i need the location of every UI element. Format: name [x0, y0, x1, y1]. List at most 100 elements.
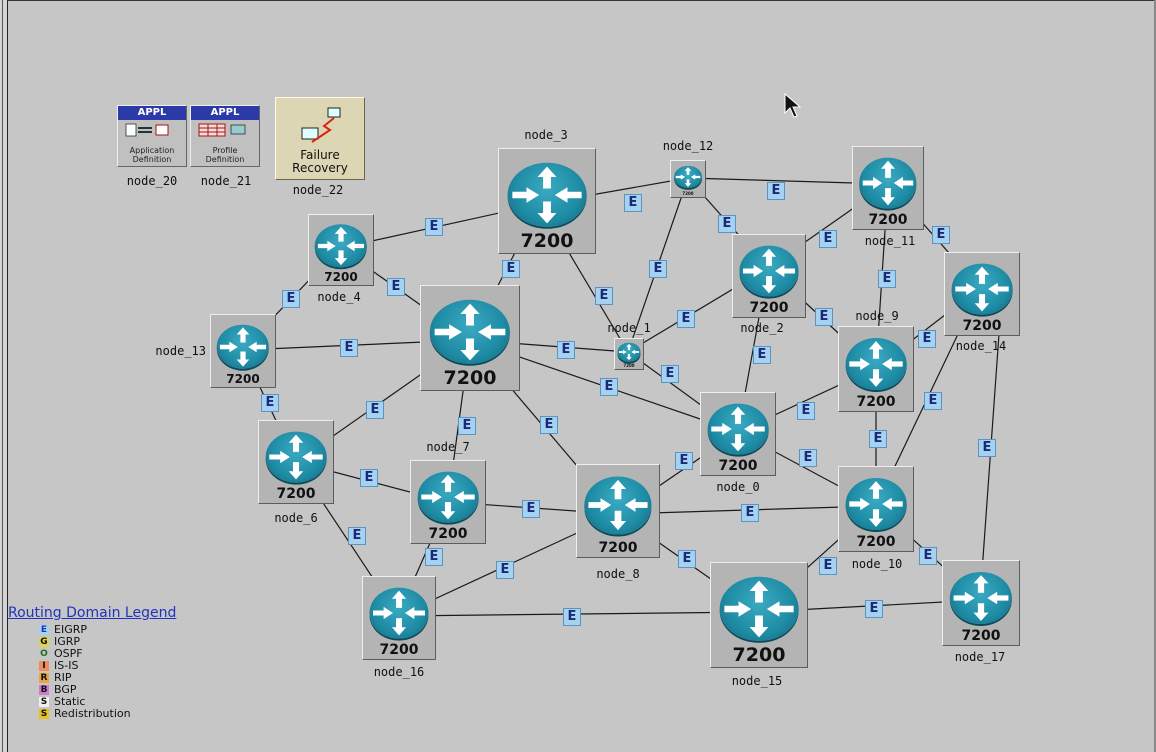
router-model: 7200	[598, 540, 638, 556]
router-node-1[interactable]: 7200	[614, 338, 644, 370]
router-node-6[interactable]: 7200	[258, 420, 334, 504]
link-badge-eigrp[interactable]: E	[282, 290, 300, 308]
link-badge-eigrp[interactable]: E	[677, 310, 695, 328]
router-model: 7200	[443, 367, 497, 389]
node-label: node_14	[955, 339, 1007, 353]
link-badge-eigrp[interactable]: E	[978, 439, 996, 457]
link-badge-eigrp[interactable]: E	[932, 226, 950, 244]
legend-key-icon: S	[39, 697, 49, 707]
link-badge-eigrp[interactable]: E	[797, 402, 815, 420]
link-badge-eigrp[interactable]: E	[819, 557, 837, 575]
router-icon	[417, 471, 479, 523]
link-badge-eigrp[interactable]: E	[799, 449, 817, 467]
node-label: node_2	[740, 321, 784, 335]
link-badge-eigrp[interactable]: E	[557, 341, 575, 359]
link-badge-eigrp[interactable]: E	[918, 330, 936, 348]
link-badge-eigrp[interactable]: E	[624, 194, 642, 212]
link-badge-eigrp[interactable]: E	[458, 417, 476, 435]
node-label: node_22	[292, 183, 344, 197]
failure-recovery-glyph-icon	[301, 107, 341, 143]
link-badge-eigrp[interactable]: E	[348, 527, 366, 545]
legend-key-icon: E	[39, 625, 49, 635]
router-node-15[interactable]: 7200	[710, 562, 808, 668]
router-icon	[949, 571, 1013, 624]
link-badge-eigrp[interactable]: E	[924, 392, 942, 410]
router-model: 7200	[868, 212, 908, 228]
network-canvas[interactable]: E E E E E E E E E E E E E E E E E E E E …	[0, 0, 1156, 752]
router-model: 7200	[682, 191, 694, 196]
node-label: node_1	[607, 321, 651, 335]
link-badge-eigrp[interactable]: E	[815, 308, 833, 326]
router-node-14[interactable]: 7200	[944, 252, 1020, 336]
link-badge-eigrp[interactable]: E	[360, 469, 378, 487]
link-badge-eigrp[interactable]: E	[718, 215, 736, 233]
link-badge-eigrp[interactable]: E	[340, 339, 358, 357]
legend-title-link[interactable]: Routing Domain Legend	[8, 605, 176, 621]
router-icon	[584, 476, 652, 534]
application-glyph-icon	[125, 123, 169, 137]
router-icon	[369, 587, 429, 639]
router-node-12[interactable]: 7200	[670, 160, 706, 198]
router-node-2[interactable]: 7200	[732, 234, 806, 318]
router-icon	[951, 263, 1013, 315]
router-icon	[216, 324, 270, 369]
link-badge-eigrp[interactable]: E	[865, 600, 883, 618]
router-model: 7200	[226, 372, 260, 386]
router-node-7[interactable]: 7200	[410, 460, 486, 544]
appl-header: APPL	[118, 106, 186, 120]
link-badge-eigrp[interactable]: E	[366, 401, 384, 419]
link-badge-eigrp[interactable]: E	[425, 548, 443, 566]
link-badge-eigrp[interactable]: E	[878, 270, 896, 288]
failure-recovery-icon[interactable]: Failure Recovery	[275, 97, 365, 180]
link-badge-eigrp[interactable]: E	[595, 287, 613, 305]
router-node-9[interactable]: 7200	[838, 326, 914, 412]
link-badge-eigrp[interactable]: E	[522, 500, 540, 518]
profile-definition-icon[interactable]: APPL Profile Definition	[190, 105, 260, 167]
failure-recovery-caption: Failure Recovery	[292, 148, 348, 175]
link-badge-eigrp[interactable]: E	[496, 561, 514, 579]
node-label: node_3	[524, 128, 568, 142]
link-badge-eigrp[interactable]: E	[767, 182, 785, 200]
router-node-16[interactable]: 7200	[362, 576, 436, 660]
link-badge-eigrp[interactable]: E	[425, 218, 443, 236]
node-label: node_15	[731, 674, 783, 688]
link-badge-eigrp[interactable]: E	[678, 550, 696, 568]
router-node-8[interactable]: 7200	[576, 464, 660, 558]
router-node-center[interactable]: 7200	[420, 285, 520, 391]
link-badge-eigrp[interactable]: E	[869, 430, 887, 448]
router-model: 7200	[856, 394, 896, 410]
router-model: 7200	[276, 486, 316, 502]
router-node-13[interactable]: 7200	[210, 314, 276, 388]
link-badge-eigrp[interactable]: E	[919, 547, 937, 565]
link-badge-eigrp[interactable]: E	[563, 608, 581, 626]
application-definition-icon[interactable]: APPL Application Definition	[117, 105, 187, 167]
link-badge-eigrp[interactable]: E	[600, 378, 618, 396]
router-node-4[interactable]: 7200	[308, 214, 374, 286]
router-node-11[interactable]: 7200	[852, 146, 924, 230]
link-badge-eigrp[interactable]: E	[502, 260, 520, 278]
link-badge-eigrp[interactable]: E	[819, 230, 837, 248]
router-icon	[859, 157, 917, 209]
link-badge-eigrp[interactable]: E	[675, 452, 693, 470]
router-node-17[interactable]: 7200	[942, 560, 1020, 646]
link-badge-eigrp[interactable]: E	[753, 346, 771, 364]
link-badge-eigrp[interactable]: E	[649, 260, 667, 278]
node-label: node_4	[317, 290, 361, 304]
node-label: node_21	[200, 174, 252, 188]
router-node-10[interactable]: 7200	[838, 466, 914, 552]
link-badge-eigrp[interactable]: E	[540, 416, 558, 434]
legend-key-icon: S	[39, 709, 49, 719]
link-badge-eigrp[interactable]: E	[661, 365, 679, 383]
router-model: 7200	[749, 300, 789, 316]
router-node-0[interactable]: 7200	[700, 392, 776, 476]
mouse-pointer-icon	[784, 93, 802, 118]
router-icon	[265, 431, 327, 483]
link-badge-eigrp[interactable]: E	[387, 278, 405, 296]
router-icon	[719, 576, 799, 641]
link-badge-eigrp[interactable]: E	[741, 504, 759, 522]
router-icon	[507, 162, 587, 227]
link-badge-eigrp[interactable]: E	[261, 394, 279, 412]
router-node-3[interactable]: 7200	[498, 148, 596, 254]
router-model: 7200	[324, 270, 358, 284]
router-model: 7200	[962, 318, 1002, 334]
